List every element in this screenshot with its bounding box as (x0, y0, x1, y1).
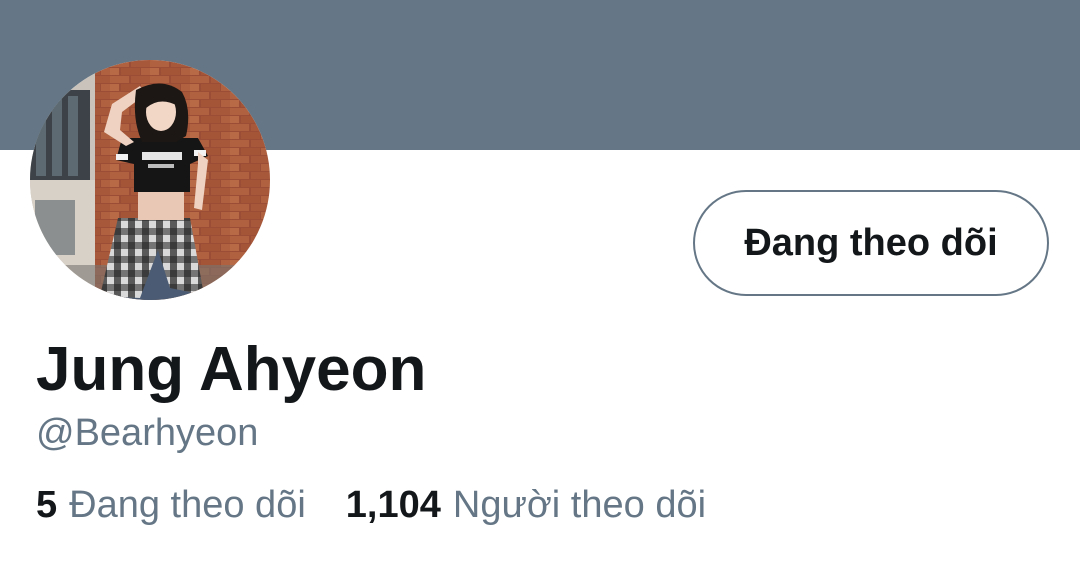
avatar[interactable] (30, 60, 270, 300)
profile-page: Đang theo dõi Jung Ahyeon @Bearhyeon 5 Đ… (0, 0, 1080, 581)
following-count: 5 (36, 484, 58, 526)
profile-stats: 5 Đang theo dõi 1,104 Người theo dõi (36, 482, 706, 528)
following-stat[interactable]: 5 Đang theo dõi (36, 482, 306, 528)
following-button[interactable]: Đang theo dõi (693, 190, 1049, 296)
display-name: Jung Ahyeon (36, 335, 427, 404)
followers-stat[interactable]: 1,104 Người theo dõi (346, 482, 706, 528)
followers-label: Người theo dõi (452, 484, 707, 526)
user-handle: @Bearhyeon (36, 412, 259, 454)
avatar-photo (30, 60, 270, 300)
followers-count: 1,104 (345, 484, 441, 526)
following-label: Đang theo dõi (69, 484, 306, 526)
